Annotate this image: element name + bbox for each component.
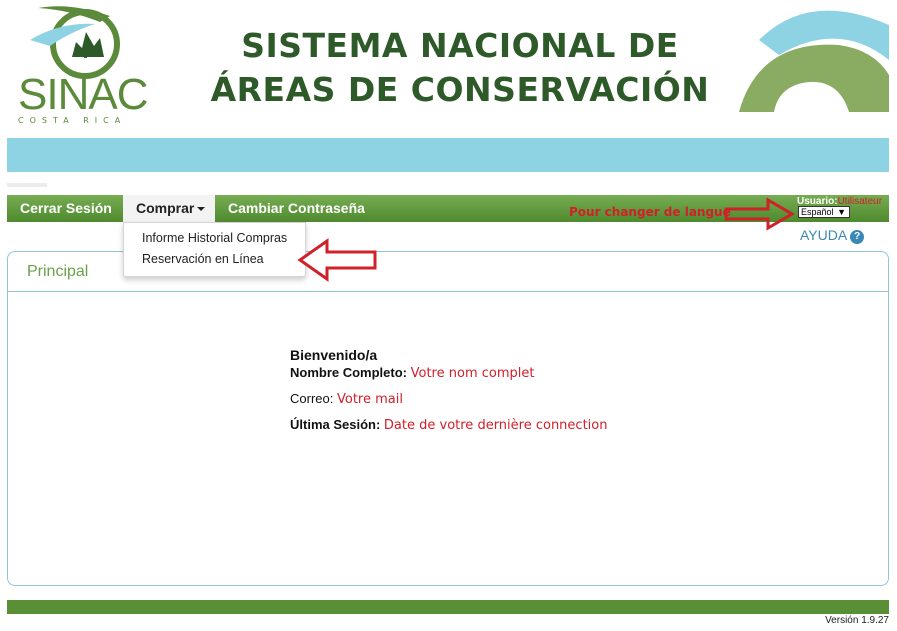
footer-bar [7,600,889,614]
site-header: SINAC COSTA RICA SISTEMA NACIONAL DE ÁRE… [0,0,897,135]
annotation-arrow-left-icon [297,238,377,282]
caret-down-icon [197,207,206,212]
full-name-label: Nombre Completo: [290,365,407,380]
email-value: Votre mail [336,392,403,407]
help-link[interactable]: AYUDA? [800,227,865,244]
panel-title: Principal [27,263,89,280]
logo-text: SINAC [18,70,148,119]
full-name-row: Nombre Completo: Votre nom complet [290,365,534,381]
logo-subtext: COSTA RICA [18,116,127,125]
decorative-swoosh-icon [739,10,889,112]
annotation-language-note: Pour changer de langue [569,205,731,219]
nav-cambiar-contrasena[interactable]: Cambiar Contraseña [228,195,365,222]
divider [7,183,47,187]
menu-item-informe-historial[interactable]: Informe Historial Compras [142,231,287,245]
last-session-value: Date de votre dernière connection [383,418,608,433]
help-question-icon: ? [850,230,865,244]
select-arrow-icon: ▼ [837,207,846,217]
site-title-line1: SISTEMA NACIONAL DE [241,26,679,65]
last-session-label: Última Sesión: [290,417,381,432]
nav-cerrar-sesion[interactable]: Cerrar Sesión [20,195,112,222]
email-label: Correo: [290,391,334,406]
version-label: Versión 1.9.27 [825,615,889,626]
help-label: AYUDA [800,227,848,243]
menu-item-reservacion-linea[interactable]: Reservación en Línea [142,252,264,266]
comprar-dropdown-menu: Informe Historial Compras Reservación en… [123,222,306,277]
email-row: Correo: Votre mail [290,391,403,407]
nav-comprar-dropdown[interactable]: Comprar [123,195,215,222]
language-selected: Español [801,207,834,217]
nav-comprar-label: Comprar [136,200,195,216]
last-session-row: Última Sesión: Date de votre dernière co… [290,417,607,433]
welcome-heading: Bienvenido/a [290,347,378,363]
site-title-line2: ÁREAS DE CONSERVACIÓN [210,70,710,109]
header-blue-band [7,138,889,172]
full-name-value: Votre nom complet [410,366,535,381]
annotation-arrow-right-icon [724,197,795,231]
language-select[interactable]: Español ▼ [798,206,850,218]
